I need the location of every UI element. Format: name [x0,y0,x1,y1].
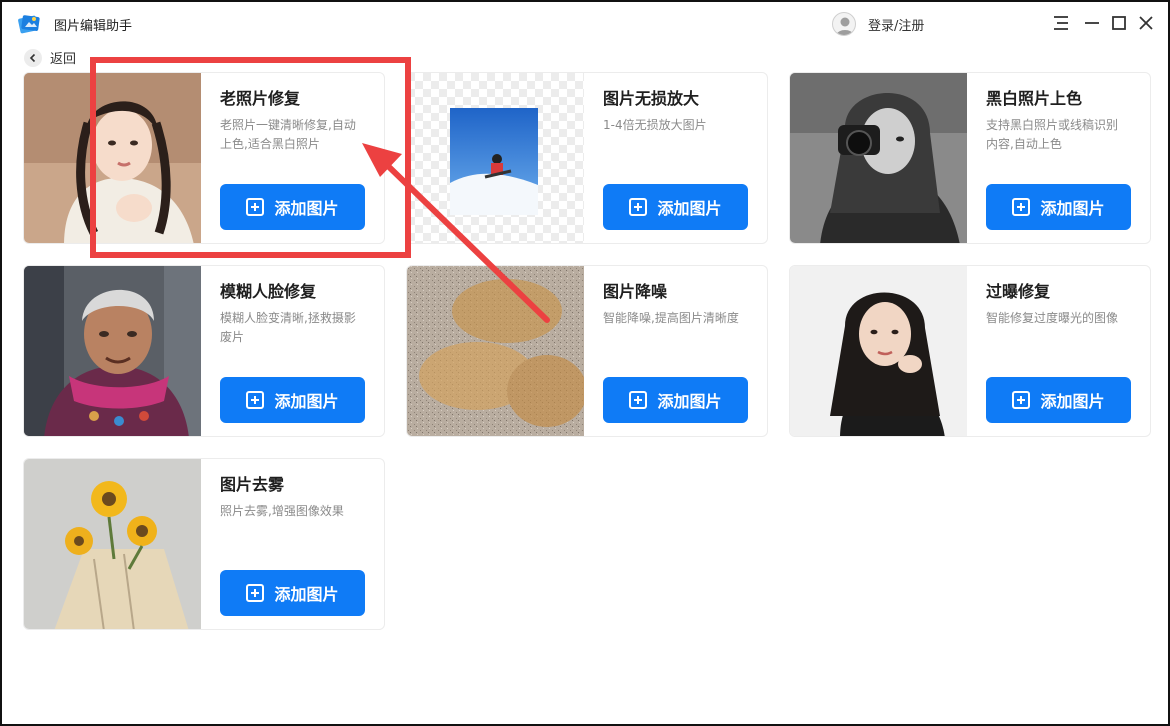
card-title: 图片降噪 [603,282,668,301]
menu-icon[interactable] [1052,14,1070,32]
login-area[interactable]: 登录/注册 [832,11,924,37]
card-title: 模糊人脸修复 [220,282,317,301]
add-image-button[interactable]: 添加图片 [220,377,365,423]
add-image-label: 添加图片 [657,199,722,218]
app-title: 图片编辑助手 [54,19,133,34]
add-image-button[interactable]: 添加图片 [220,184,365,230]
elderly-woman-thumbnail [24,266,201,436]
add-image-button[interactable]: 添加图片 [603,184,748,230]
add-image-label: 添加图片 [274,585,339,604]
card-description: 支持黑白照片或线稿识别内容,自动上色 [986,118,1119,151]
plus-square-icon [629,391,648,409]
add-image-button[interactable]: 添加图片 [986,184,1131,230]
card-title: 黑白照片上色 [986,89,1083,108]
plus-square-icon [1012,391,1031,409]
maximize-icon[interactable] [1110,14,1128,32]
plus-square-icon [246,584,265,602]
add-image-label: 添加图片 [657,392,722,411]
girl-portrait-thumbnail [24,73,201,243]
card-title: 过曝修复 [986,282,1051,301]
login-register-link[interactable]: 登录/注册 [868,15,924,34]
feature-card-denoise: 图片降噪 智能降噪,提高图片清晰度 添加图片 [406,265,768,437]
add-image-button[interactable]: 添加图片 [220,570,365,616]
card-title: 老照片修复 [220,89,301,108]
add-image-label: 添加图片 [1040,199,1105,218]
user-avatar-icon [836,17,854,35]
back-chevron-icon [24,48,42,67]
card-title: 图片无损放大 [603,89,700,108]
snowboarder-thumbnail [407,73,584,243]
add-image-label: 添加图片 [274,199,339,218]
minimize-icon[interactable] [1083,14,1101,32]
feature-card-colorize: 黑白照片上色 支持黑白照片或线稿识别内容,自动上色 添加图片 [789,72,1151,244]
feature-card-old-photo-restore: 老照片修复 老照片一键清晰修复,自动上色,适合黑白照片 添加图片 [23,72,385,244]
card-description: 1-4倍无损放大图片 [603,118,707,132]
card-description: 智能修复过度曝光的图像 [986,311,1119,325]
plus-square-icon [629,198,648,216]
avatar[interactable] [832,12,856,36]
sunflowers-thumbnail [24,459,201,629]
feature-card-lossless-upscale: 图片无损放大 1-4倍无损放大图片 添加图片 [406,72,768,244]
plus-square-icon [246,391,265,409]
bread-rolls-thumbnail [407,266,584,436]
photographer-bw-thumbnail [790,73,967,243]
app-window: 图片编辑助手 登录/注册 返回 老照片修复 老照片一键清晰修复,自动上色,适合黑… [0,0,1170,726]
card-description: 模糊人脸变清晰,拯救摄影废片 [220,311,356,344]
back-label: 返回 [50,52,77,67]
add-image-button[interactable]: 添加图片 [603,377,748,423]
woman-portrait-thumbnail [790,266,967,436]
feature-card-face-restore: 模糊人脸修复 模糊人脸变清晰,拯救摄影废片 添加图片 [23,265,385,437]
plus-square-icon [1012,198,1031,216]
card-description: 照片去雾,增强图像效果 [220,504,344,518]
feature-card-overexposure-fix: 过曝修复 智能修复过度曝光的图像 添加图片 [789,265,1151,437]
add-image-button[interactable]: 添加图片 [986,377,1131,423]
app-logo-icon [18,15,40,34]
back-button[interactable]: 返回 [24,48,76,67]
card-description: 智能降噪,提高图片清晰度 [603,311,739,325]
feature-card-dehaze: 图片去雾 照片去雾,增强图像效果 添加图片 [23,458,385,630]
card-description: 老照片一键清晰修复,自动上色,适合黑白照片 [220,118,356,151]
close-icon[interactable] [1137,14,1155,32]
card-title: 图片去雾 [220,475,285,494]
add-image-label: 添加图片 [1040,392,1105,411]
plus-square-icon [246,198,265,216]
add-image-label: 添加图片 [274,392,339,411]
